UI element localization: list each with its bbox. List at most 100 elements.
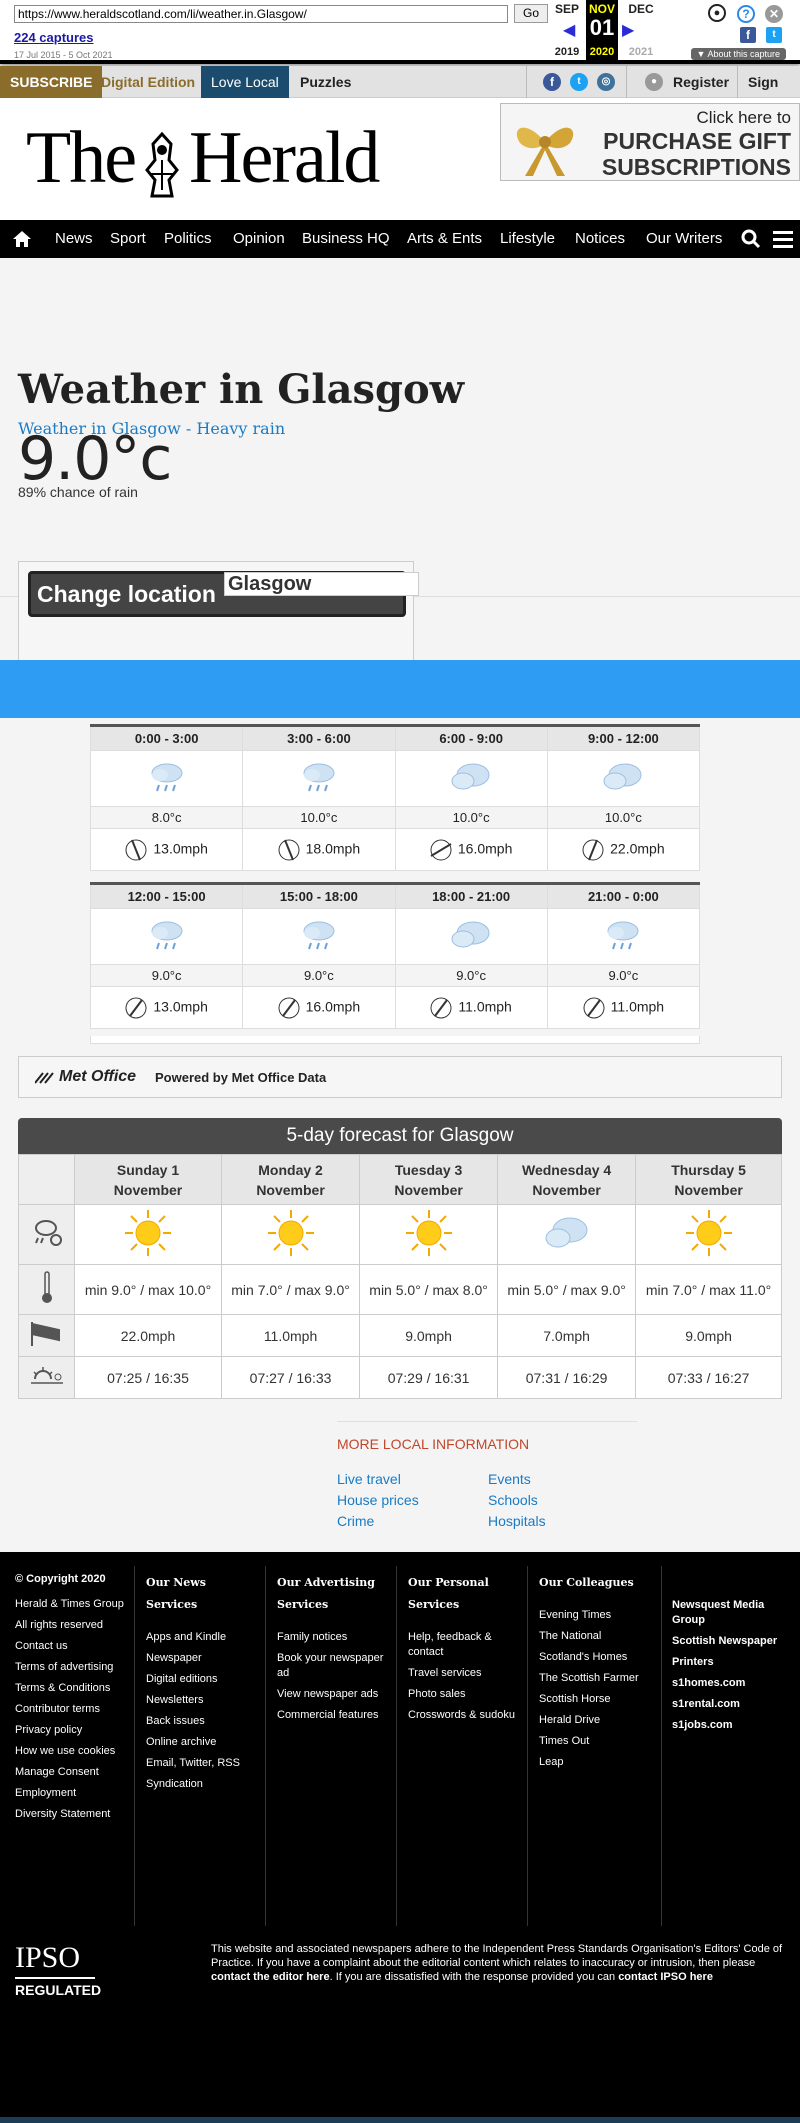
gift-subscription-ad[interactable]: Click here to PURCHASE GIFT SUBSCRIPTION… <box>500 103 800 181</box>
ipso-logo[interactable]: IPSO REGULATED <box>15 1942 101 1998</box>
about-capture-button[interactable]: ▼ About this capture <box>690 48 786 60</box>
footer-link[interactable]: s1jobs.com <box>672 1718 787 1733</box>
footer-link[interactable]: s1homes.com <box>672 1676 787 1691</box>
footer-link[interactable]: Family notices <box>277 1630 387 1645</box>
footer-link[interactable]: Terms & Conditions <box>15 1681 125 1696</box>
twitter-icon[interactable]: t <box>766 27 782 43</box>
footer-link[interactable]: Times Out <box>539 1734 649 1749</box>
footer-link[interactable]: Printers <box>672 1655 787 1670</box>
footer-link[interactable]: Email, Twitter, RSS <box>146 1756 258 1771</box>
live-travel-link[interactable]: Live travel <box>337 1471 401 1487</box>
nav-item-opinion[interactable]: Opinion <box>233 220 285 258</box>
footer-link[interactable]: Newsquest Media Group <box>672 1598 787 1628</box>
footer-link[interactable]: Manage Consent <box>15 1765 125 1780</box>
footer-link[interactable]: Commercial features <box>277 1708 387 1723</box>
footer-link[interactable]: Scottish Newspaper <box>672 1634 787 1649</box>
subscribe-button[interactable]: SUBSCRIBE <box>0 66 103 98</box>
hourly-forecast-table: 0:00 - 3:00 3:00 - 6:00 6:00 - 9:00 9:00… <box>89 724 701 871</box>
day-cell: Tuesday 3 November <box>359 1154 499 1205</box>
wayback-captures-link[interactable]: 224 captures <box>14 30 94 45</box>
search-icon[interactable] <box>741 229 761 249</box>
house-prices-link[interactable]: House prices <box>337 1492 419 1508</box>
day-cell: Sunday 1 November <box>73 1154 223 1205</box>
instagram-icon[interactable]: ◎ <box>597 73 615 91</box>
day-month: November <box>532 1181 601 1198</box>
crime-link[interactable]: Crime <box>337 1513 374 1529</box>
wayback-url-input[interactable]: https://www.heraldscotland.com/li/weathe… <box>14 5 508 23</box>
footer-link[interactable]: View newspaper ads <box>277 1687 387 1702</box>
footer-link[interactable]: Newsletters <box>146 1693 258 1708</box>
footer-link[interactable]: Scottish Horse <box>539 1692 649 1707</box>
nav-item-news[interactable]: News <box>55 220 93 258</box>
hourly-forecast-table: 12:00 - 15:00 15:00 - 18:00 18:00 - 21:0… <box>89 882 701 1029</box>
footer-link[interactable]: Leap <box>539 1755 649 1770</box>
love-local-link[interactable]: Love Local <box>201 66 289 98</box>
events-link[interactable]: Events <box>488 1471 531 1487</box>
footer-link[interactable]: Book your newspaper ad <box>277 1651 387 1681</box>
footer-link[interactable]: Online archive <box>146 1735 258 1750</box>
help-icon[interactable]: ? <box>737 5 755 23</box>
nav-item-writers[interactable]: Our Writers <box>646 220 722 258</box>
footer-link[interactable]: Back issues <box>146 1714 258 1729</box>
temp-range-cell: min 7.0° / max 9.0° <box>221 1264 361 1315</box>
wayback-go-button[interactable]: Go <box>514 4 548 23</box>
footer-link[interactable]: Herald & Times Group <box>15 1597 125 1612</box>
footer-link[interactable]: Crosswords & sudoku <box>408 1708 518 1723</box>
footer-link[interactable]: Apps and Kindle <box>146 1630 258 1645</box>
wayback-next-month[interactable]: DEC 2021 <box>620 0 662 60</box>
herald-logo[interactable]: The Herald <box>26 118 380 200</box>
nav-item-notices[interactable]: Notices <box>575 220 625 258</box>
wind-speed: 16.0mph <box>305 998 361 1015</box>
footer-link[interactable]: Employment <box>15 1786 125 1801</box>
footer-link[interactable]: Travel services <box>408 1666 518 1681</box>
top-bar: SUBSCRIBE Digital Edition Love Local Puz… <box>0 66 800 122</box>
footer-link[interactable]: All rights reserved <box>15 1618 125 1633</box>
register-link[interactable]: Register <box>663 66 739 98</box>
nav-item-lifestyle[interactable]: Lifestyle <box>500 220 555 258</box>
avatar-icon[interactable]: ● <box>645 73 663 91</box>
footer-link[interactable]: Photo sales <box>408 1687 518 1702</box>
footer-link[interactable]: Digital editions <box>146 1672 258 1687</box>
footer-link[interactable]: Help, feedback & contact <box>408 1630 518 1660</box>
location-input[interactable]: Glasgow <box>224 572 419 596</box>
wind-row: 13.0mph 18.0mph 16.0mph 22.0mph <box>89 828 701 871</box>
divider <box>396 1566 397 1926</box>
twitter-icon[interactable]: t <box>570 73 588 91</box>
footer-link[interactable]: Herald Drive <box>539 1713 649 1728</box>
footer-link[interactable]: How we use cookies <box>15 1744 125 1759</box>
schools-link[interactable]: Schools <box>488 1492 538 1508</box>
facebook-icon[interactable]: f <box>543 73 561 91</box>
footer-link[interactable]: Terms of advertising <box>15 1660 125 1675</box>
nav-item-arts[interactable]: Arts & Ents <box>407 220 482 258</box>
home-icon[interactable] <box>12 230 32 248</box>
hospitals-link[interactable]: Hospitals <box>488 1513 546 1529</box>
footer-link[interactable]: Newspaper <box>146 1651 258 1666</box>
change-location-panel: Change location Glasgow <box>18 561 419 673</box>
footer-link[interactable]: The National <box>539 1629 649 1644</box>
footer-link[interactable]: Diversity Statement <box>15 1807 125 1822</box>
prev-arrow-icon[interactable]: ◀ <box>563 20 575 40</box>
nav-item-sport[interactable]: Sport <box>110 220 146 258</box>
close-icon[interactable]: ✕ <box>765 5 783 23</box>
facebook-icon[interactable]: f <box>740 27 756 43</box>
footer-link[interactable]: Evening Times <box>539 1608 649 1623</box>
menu-icon[interactable] <box>773 230 793 248</box>
footer-link[interactable]: Scotland's Homes <box>539 1650 649 1665</box>
nav-item-politics[interactable]: Politics <box>164 220 212 258</box>
contact-ipso-link[interactable]: contact IPSO here <box>618 1971 713 1983</box>
wind-cell: 9.0mph <box>635 1314 782 1357</box>
footer-link[interactable]: Contact us <box>15 1639 125 1654</box>
puzzles-link[interactable]: Puzzles <box>290 66 361 98</box>
footer-link[interactable]: Syndication <box>146 1777 258 1792</box>
sign-in-link[interactable]: Sign in <box>738 66 800 122</box>
contact-editor-link[interactable]: contact the editor here <box>211 1971 330 1983</box>
rain-cloud-icon <box>151 921 183 950</box>
footer-link[interactable]: Privacy policy <box>15 1723 125 1738</box>
digital-edition-link[interactable]: Digital Edition <box>91 66 205 98</box>
nav-item-business[interactable]: Business HQ <box>302 220 390 258</box>
user-icon[interactable]: ● <box>708 4 726 22</box>
footer-link[interactable]: The Scottish Farmer <box>539 1671 649 1686</box>
footer-link[interactable]: s1rental.com <box>672 1697 787 1712</box>
footer-link[interactable]: Contributor terms <box>15 1702 125 1717</box>
temp-cell: 10.0°c <box>394 806 548 829</box>
